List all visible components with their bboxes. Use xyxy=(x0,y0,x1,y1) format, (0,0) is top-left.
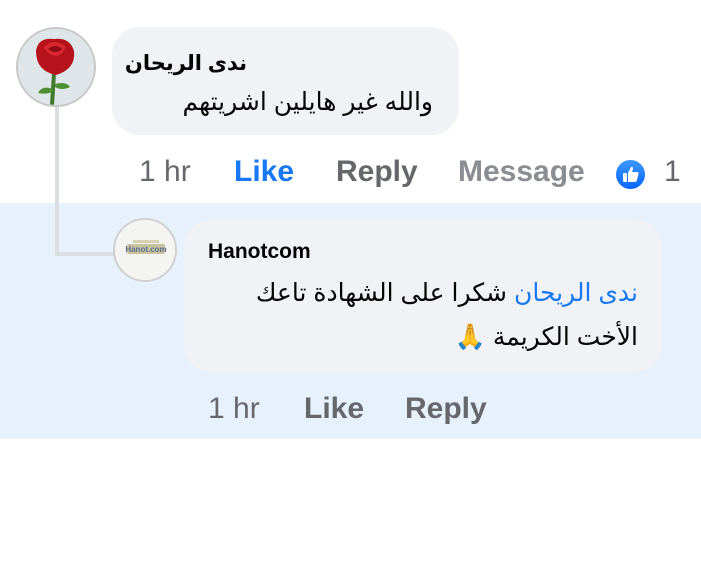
thread-connector-line xyxy=(55,104,59,256)
reply-bubble: Hanotcom ندى الريحان شكرا على الشهادة تا… xyxy=(184,220,662,372)
avatar[interactable] xyxy=(16,27,96,107)
svg-text:Hanot.com: Hanot.com xyxy=(125,245,166,254)
comment-bubble: ندى الريحان والله غير هايلين اشريتهم xyxy=(112,27,459,135)
reply-text-line-1: ندى الريحان شكرا على الشهادة تاعك xyxy=(256,278,638,308)
reply-button[interactable]: Reply xyxy=(336,155,418,189)
reply-timestamp[interactable]: 1 hr xyxy=(208,392,260,426)
thread-connector-branch xyxy=(55,252,117,256)
reply-text-line-2: الأخت الكريمة 🙏 xyxy=(454,323,638,351)
avatar[interactable]: Hanot.com xyxy=(113,218,177,282)
like-button[interactable]: Like xyxy=(304,392,364,426)
reply-text: شكرا على الشهادة تاعك xyxy=(255,279,508,307)
thumbs-up-glyph xyxy=(623,166,639,182)
hanotcom-logo-image: Hanot.com xyxy=(115,220,175,280)
like-button[interactable]: Like xyxy=(234,155,294,189)
mention-link[interactable]: ندى الريحان xyxy=(514,279,638,307)
rose-avatar-image xyxy=(18,29,94,105)
comment-timestamp[interactable]: 1 hr xyxy=(139,155,191,189)
thumbs-up-icon[interactable] xyxy=(614,158,647,191)
reaction-count[interactable]: 1 xyxy=(664,155,681,189)
reply-author-name[interactable]: Hanotcom xyxy=(208,240,311,264)
message-button[interactable]: Message xyxy=(458,155,585,189)
comment-author-name[interactable]: ندى الريحان xyxy=(125,51,247,76)
comment-text: والله غير هايلين اشريتهم xyxy=(182,88,433,116)
reply-button[interactable]: Reply xyxy=(405,392,487,426)
